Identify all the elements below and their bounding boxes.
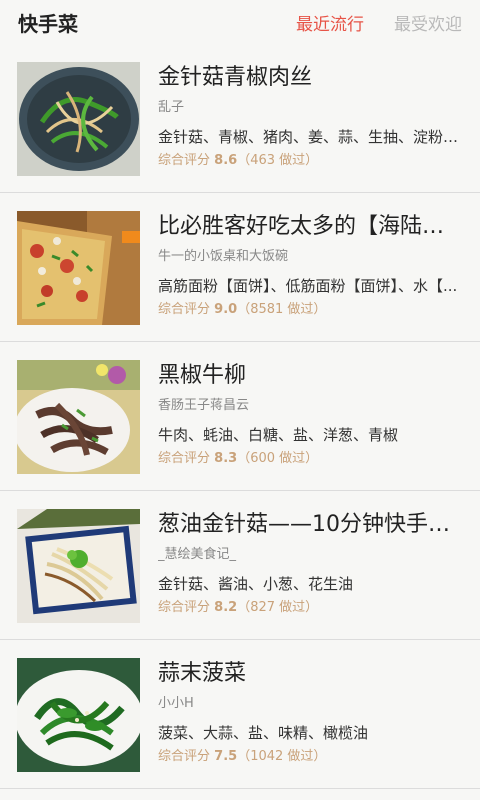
cooked-count: （1042 做过） [237,749,327,764]
recipe-ingredients: 金针菇、青椒、猪肉、姜、蒜、生抽、淀粉、... [158,128,463,146]
recipe-author[interactable]: 乱子 [158,99,463,117]
recipe-item[interactable]: 金针菇青椒肉丝 乱子 金针菇、青椒、猪肉、姜、蒜、生抽、淀粉、... 综合评分 … [0,44,480,193]
recipe-author[interactable]: 牛一的小饭桌和大饭碗 [158,248,463,266]
cooked-count: （600 做过） [237,451,319,466]
recipe-title[interactable]: 黑椒牛柳 [158,362,463,390]
recipe-photo[interactable] [17,211,140,325]
recipe-photo[interactable] [17,62,140,176]
tab-most-liked[interactable]: 最受欢迎 [394,10,462,35]
sort-tabs: 最近流行 最受欢迎 [266,10,462,35]
cooked-count: （827 做过） [237,600,319,615]
recipe-title[interactable]: 金针菇青椒肉丝 [158,64,463,92]
recipe-photo[interactable] [17,658,140,772]
recipe-rating: 综合评分 8.2（827 做过） [158,599,463,617]
recipe-item[interactable]: 黑椒牛柳 香肠王子蒋昌云 牛肉、蚝油、白糖、盐、洋葱、青椒 综合评分 8.3（6… [0,342,480,491]
recipe-rating: 综合评分 8.3（600 做过） [158,450,463,468]
recipe-title[interactable]: 葱油金针菇——10分钟快手菜... [158,511,463,539]
recipe-rating: 综合评分 7.5（1042 做过） [158,748,463,766]
recipe-photo[interactable] [17,509,140,623]
tab-recent-popular[interactable]: 最近流行 [296,10,364,35]
rating-label: 综合评分 [158,302,211,317]
cooked-count: （8581 做过） [237,302,327,317]
recipe-title[interactable]: 蒜末菠菜 [158,660,463,688]
recipe-ingredients: 高筋面粉【面饼】、低筋面粉【面饼】、水【... [158,277,458,295]
recipe-author[interactable]: 小小H [158,695,463,713]
recipe-author[interactable]: 香肠王子蒋昌云 [158,397,463,415]
recipe-rating: 综合评分 9.0（8581 做过） [158,301,463,319]
recipe-photo[interactable] [17,360,140,474]
rating-score: 8.6 [214,153,238,168]
rating-score: 7.5 [214,749,238,764]
recipe-ingredients: 牛肉、蚝油、白糖、盐、洋葱、青椒 [158,426,399,444]
rating-label: 综合评分 [158,451,211,466]
recipe-title[interactable]: 比必胜客好吃太多的【海陆至... [158,213,463,241]
recipe-item[interactable]: 蒜末菠菜 小小H 菠菜、大蒜、盐、味精、橄榄油 综合评分 7.5（1042 做过… [0,640,480,789]
top-bar: 快手菜 最近流行 最受欢迎 [0,0,480,44]
rating-label: 综合评分 [158,749,211,764]
rating-label: 综合评分 [158,153,211,168]
recipe-author[interactable]: _慧绘美食记_ [158,546,463,564]
recipe-list: 金针菇青椒肉丝 乱子 金针菇、青椒、猪肉、姜、蒜、生抽、淀粉、... 综合评分 … [0,44,480,789]
rating-label: 综合评分 [158,600,211,615]
recipe-item[interactable]: 比必胜客好吃太多的【海陆至... 牛一的小饭桌和大饭碗 高筋面粉【面饼】、低筋面… [0,193,480,342]
recipe-item[interactable]: 葱油金针菇——10分钟快手菜... _慧绘美食记_ 金针菇、酱油、小葱、花生油 … [0,491,480,640]
rating-score: 8.2 [214,600,238,615]
page-title: 快手菜 [18,11,78,36]
recipe-rating: 综合评分 8.6（463 做过） [158,152,463,170]
cooked-count: （463 做过） [237,153,319,168]
recipe-ingredients: 金针菇、酱油、小葱、花生油 [158,575,354,593]
recipe-ingredients: 菠菜、大蒜、盐、味精、橄榄油 [158,724,369,742]
rating-score: 9.0 [214,302,238,317]
rating-score: 8.3 [214,451,238,466]
